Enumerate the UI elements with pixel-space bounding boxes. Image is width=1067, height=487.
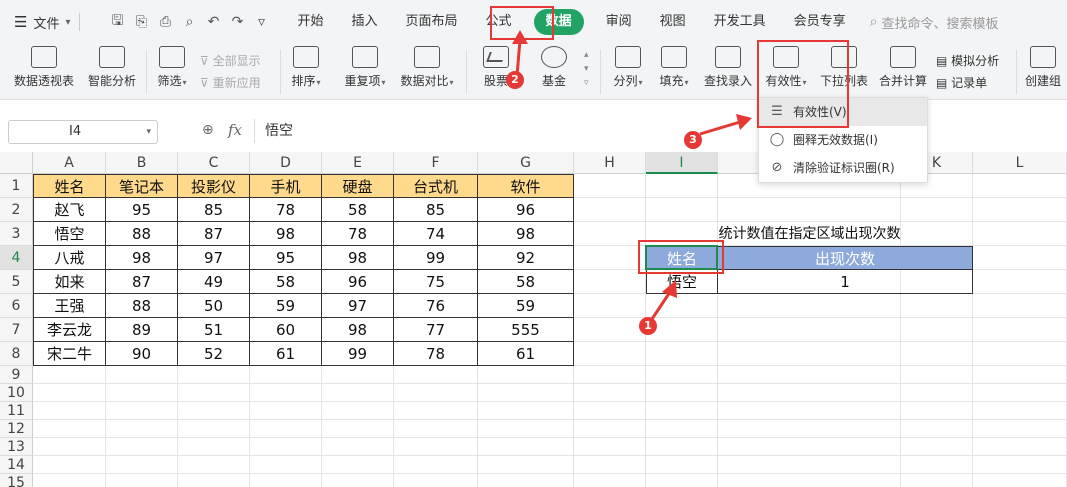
step-badge-1: 1	[639, 317, 657, 335]
step-badge-3: 3	[684, 131, 702, 149]
annotation-arrows	[512, 30, 752, 323]
step-badge-2: 2	[506, 71, 524, 89]
arrow-to-validity-menu	[699, 120, 741, 136]
arrow-to-cell	[648, 291, 672, 323]
arrow-head	[512, 30, 528, 44]
arrow-head	[736, 114, 752, 130]
